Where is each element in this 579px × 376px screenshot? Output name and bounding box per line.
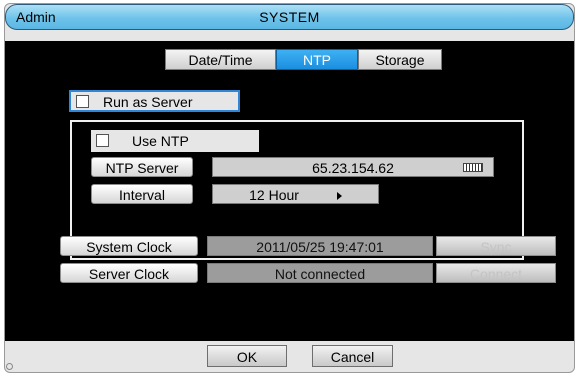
system-clock-label: System Clock xyxy=(60,236,198,256)
server-clock-label: Server Clock xyxy=(60,263,198,283)
ntp-settings-panel: Date/Time NTP Storage Run as Server Use … xyxy=(5,41,574,341)
sync-button[interactable]: Sync xyxy=(436,236,556,256)
resize-grip-icon xyxy=(6,363,13,370)
server-clock-value: Not connected xyxy=(207,263,433,283)
keyboard-icon[interactable] xyxy=(463,163,483,172)
interval-label: Interval xyxy=(91,184,193,204)
interval-select[interactable]: 12 Hour xyxy=(212,184,379,204)
tab-date-time[interactable]: Date/Time xyxy=(165,49,276,70)
run-as-server-checkbox[interactable] xyxy=(76,95,89,108)
title-bar: Admin SYSTEM xyxy=(5,4,574,30)
ok-button[interactable]: OK xyxy=(207,345,287,367)
system-clock-value: 2011/05/25 19:47:01 xyxy=(207,236,433,256)
tab-bar: Date/Time NTP Storage xyxy=(165,49,442,70)
system-dialog: Admin SYSTEM Date/Time NTP Storage Run a… xyxy=(4,3,575,373)
interval-value: 12 Hour xyxy=(249,187,299,203)
ntp-server-field[interactable]: 65.23.154.62 xyxy=(212,157,494,177)
dialog-title: SYSTEM xyxy=(259,9,320,25)
run-as-server-label: Run as Server xyxy=(103,94,193,110)
run-as-server-row[interactable]: Run as Server xyxy=(69,90,240,112)
tab-ntp[interactable]: NTP xyxy=(276,49,358,70)
arrow-right-icon xyxy=(336,192,342,201)
ntp-server-value: 65.23.154.62 xyxy=(312,160,394,176)
ntp-server-label: NTP Server xyxy=(91,157,193,177)
cancel-button[interactable]: Cancel xyxy=(312,345,393,367)
use-ntp-label: Use NTP xyxy=(132,133,189,149)
use-ntp-checkbox[interactable] xyxy=(96,134,109,147)
connect-button[interactable]: Connect xyxy=(436,263,556,283)
tab-storage[interactable]: Storage xyxy=(358,49,442,70)
use-ntp-row[interactable]: Use NTP xyxy=(91,130,259,152)
